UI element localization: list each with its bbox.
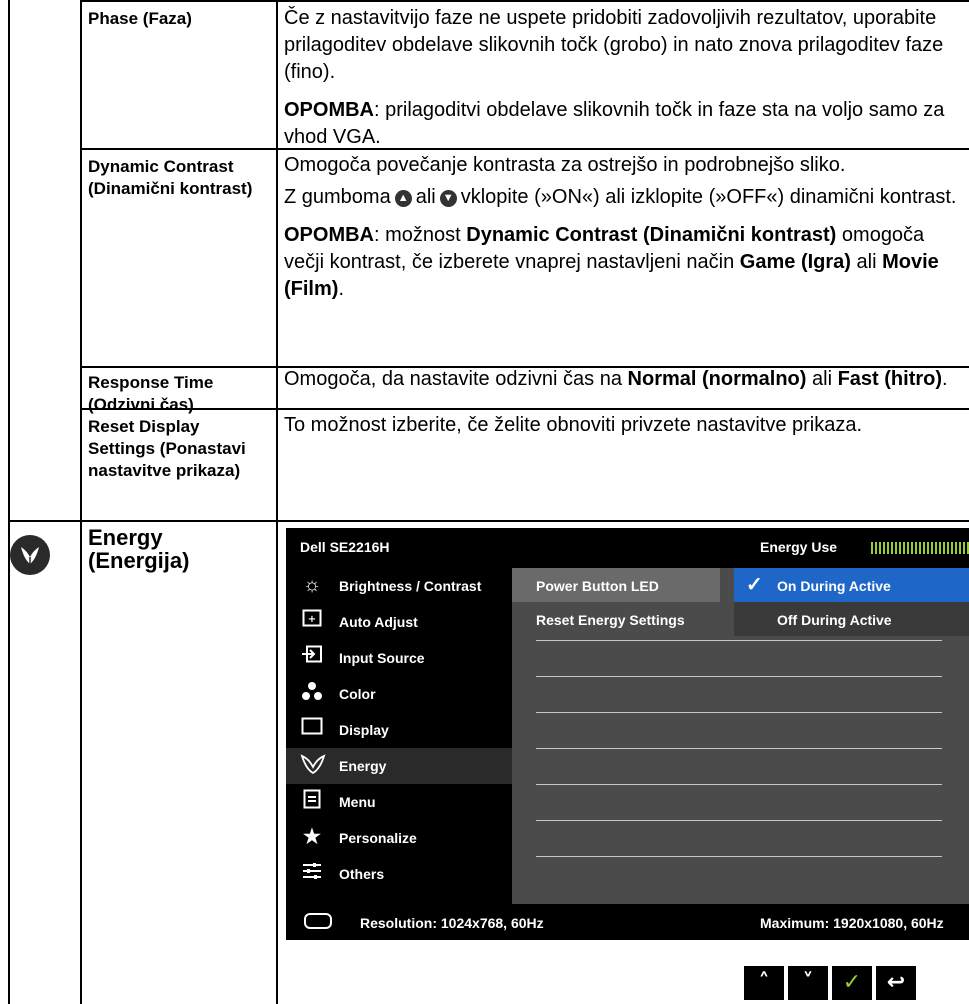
osd-footer: Resolution: 1024x768, 60Hz Maximum: 1920…	[286, 904, 969, 940]
dc-paragraph-2: Z gumboma ▲ ali ▼ vklopite (»ON«) ali izklop…	[284, 186, 957, 208]
table-border	[8, 520, 969, 522]
phase-paragraph: Če z nastavitvijo faze ne uspete pridobi…	[284, 7, 944, 83]
osd-header: Dell SE2216H Energy Use	[286, 528, 969, 568]
row-desc-reset-display: To možnost izberite, če želite obnoviti …	[284, 414, 863, 436]
menu-item-menu[interactable]: Menu	[286, 784, 512, 820]
back-button[interactable]: ↩	[876, 966, 916, 1000]
table-border	[80, 0, 82, 1004]
display-icon	[300, 717, 324, 741]
row-label-dynamic-contrast: Dynamic Contrast (Dinamični kontrast)	[88, 157, 253, 198]
menu-item-input-source[interactable]: Input Source	[286, 640, 512, 676]
divider	[536, 820, 942, 821]
note-label: OPOMBA	[284, 99, 374, 121]
phase-note: OPOMBA: prilagoditvi obdelave slikovnih …	[284, 99, 945, 148]
osd-submenu: Power Button LED Reset Energy Settings ✓…	[512, 568, 969, 904]
menu-icon	[300, 789, 324, 813]
menu-item-auto-adjust[interactable]: + Auto Adjust	[286, 604, 512, 640]
row-desc-dynamic-contrast: Omogoča povečanje kontrasta za ostrejšo …	[284, 152, 968, 303]
star-icon: ★	[303, 826, 321, 848]
osd-title: Dell SE2216H	[300, 539, 390, 555]
return-icon: ↩	[886, 970, 906, 995]
vga-connector-icon	[304, 913, 332, 929]
row-label-energy: Energy (Energija)	[88, 525, 190, 573]
check-icon: ✓	[842, 970, 862, 995]
table-border	[80, 0, 969, 2]
row-label-response-time: Response Time (Odzivni čas)	[88, 373, 214, 414]
others-icon	[300, 861, 324, 885]
energy-meter-icon	[871, 542, 969, 554]
divider	[536, 712, 942, 713]
note-label: OPOMBA	[284, 224, 374, 246]
energy-leaf-icon	[10, 535, 50, 575]
energy-icon	[300, 753, 326, 777]
divider	[536, 784, 942, 785]
down-button[interactable]: ˅	[788, 966, 828, 1000]
submenu-reset-energy-settings[interactable]: Reset Energy Settings	[512, 602, 720, 636]
menu-item-energy[interactable]: Energy	[286, 748, 512, 784]
row-desc-response-time: Omogoča, da nastavite odzivni čas na Nor…	[284, 368, 948, 390]
chevron-up-icon: ˄	[758, 970, 770, 995]
osd-menu-screenshot: Dell SE2216H Energy Use ☼ Brightness / C…	[286, 528, 969, 940]
phase-note-text: prilagoditvi obdelave slikovnih točk in …	[284, 99, 945, 148]
table-border	[8, 0, 10, 1004]
row-desc-phase: Če z nastavitvijo faze ne uspete pridobi…	[284, 5, 960, 151]
row-label-reset-display: Reset Display Settings (Ponastavi nastav…	[88, 417, 246, 480]
chevron-down-icon: ˅	[802, 970, 814, 995]
auto-adjust-icon: +	[300, 609, 324, 633]
menu-item-display[interactable]: Display	[286, 712, 512, 748]
divider	[536, 856, 942, 857]
energy-use-label: Energy Use	[760, 539, 838, 555]
ok-button[interactable]: ✓	[832, 966, 872, 1000]
row-label-phase: Phase (Faza)	[88, 9, 192, 28]
option-off-during-active[interactable]: Off During Active	[734, 602, 969, 636]
divider	[536, 640, 942, 641]
option-on-during-active[interactable]: ✓ On During Active	[734, 568, 969, 602]
menu-item-others[interactable]: Others	[286, 856, 512, 892]
up-arrow-icon: ▲	[394, 190, 412, 207]
down-arrow-icon: ▼	[439, 190, 457, 207]
svg-text:+: +	[308, 614, 316, 625]
menu-item-brightness-contrast[interactable]: ☼ Brightness / Contrast	[286, 568, 512, 604]
maximum-resolution-text: Maximum: 1920x1080, 60Hz	[760, 915, 944, 931]
submenu-power-button-led[interactable]: Power Button LED	[512, 568, 720, 602]
dc-note: OPOMBA: možnost Dynamic Contrast (Dinami…	[284, 224, 939, 300]
dc-paragraph-1: Omogoča povečanje kontrasta za ostrejšo …	[284, 154, 846, 176]
up-button[interactable]: ˄	[744, 966, 784, 1000]
table-border	[276, 0, 278, 1004]
menu-item-personalize[interactable]: ★ Personalize	[286, 820, 512, 856]
divider	[536, 676, 942, 677]
menu-item-color[interactable]: Color	[286, 676, 512, 712]
divider	[536, 748, 942, 749]
color-icon	[300, 681, 324, 705]
brightness-icon: ☼	[302, 574, 322, 596]
checkmark-icon: ✓	[746, 574, 763, 596]
resolution-text: Resolution: 1024x768, 60Hz	[360, 915, 544, 931]
osd-main-menu: ☼ Brightness / Contrast + Auto Adjust In…	[286, 568, 512, 904]
input-source-icon	[300, 645, 324, 669]
